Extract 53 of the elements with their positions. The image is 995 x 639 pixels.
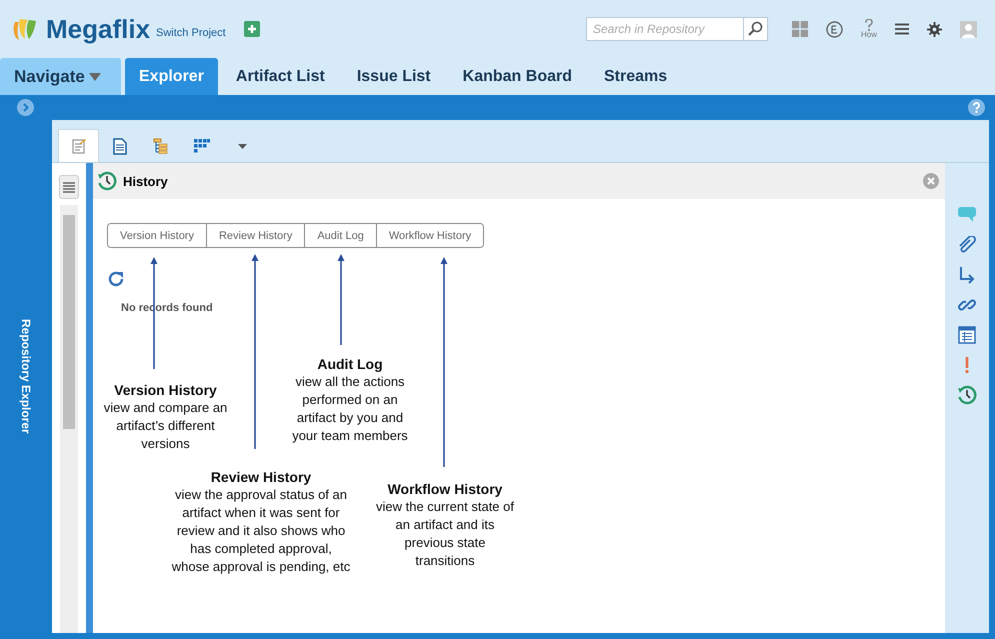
document-icon xyxy=(112,138,126,154)
repository-explorer-label[interactable]: Repository Explorer xyxy=(19,319,33,434)
navigate-menu[interactable]: Navigate xyxy=(0,58,121,95)
panel-title: History xyxy=(123,174,169,188)
nav-tab[interactable]: Streams xyxy=(590,58,682,95)
settings-icon[interactable] xyxy=(927,22,942,36)
paperclip-icon xyxy=(958,236,976,254)
tree-icon xyxy=(152,138,168,154)
close-icon[interactable] xyxy=(923,173,939,189)
dashboard-icon[interactable] xyxy=(792,21,808,37)
annotation-title: Workflow History xyxy=(386,480,504,498)
scrollbar[interactable] xyxy=(60,205,78,633)
search-button[interactable] xyxy=(744,17,768,41)
question-icon xyxy=(864,19,874,31)
plus-icon xyxy=(246,24,257,34)
annotation-title: Audit Log xyxy=(316,355,384,373)
annotation-title: Review History xyxy=(210,468,312,486)
grid-icon xyxy=(194,139,210,153)
annotation-text: view and compare an artifact’s different versions xyxy=(102,399,228,453)
annotation-text: view the current state of an artifact and its previous state transitions xyxy=(375,498,515,570)
turn-arrow-icon xyxy=(958,266,976,284)
nav-tab[interactable]: Artifact List xyxy=(222,58,339,95)
menu-icon[interactable] xyxy=(895,23,909,35)
list-button[interactable] xyxy=(59,175,79,199)
history-icon xyxy=(957,385,977,405)
app-name: Megaflix xyxy=(46,14,150,44)
nav-tab[interactable]: Explorer xyxy=(125,58,218,95)
table-icon xyxy=(958,326,976,344)
annotation-text: view all the actions performed on an artifact by you and your team members xyxy=(291,373,409,445)
history-tab[interactable]: Workflow History xyxy=(376,224,484,247)
history-icon xyxy=(97,171,117,191)
annotation-text: view the approval status of an artifact when it was sent for review and it also shows who has completed approval, whose approval is pending, etc xyxy=(171,486,351,576)
help-icon[interactable] xyxy=(968,99,985,116)
nav-tab[interactable]: Kanban Board xyxy=(448,58,586,95)
list-icon xyxy=(63,181,75,193)
nav-tab[interactable]: Issue List xyxy=(342,58,445,95)
details-button[interactable] xyxy=(957,325,977,345)
attachments-button[interactable] xyxy=(957,235,977,255)
speech-bubble-icon xyxy=(958,207,976,223)
caret-icon xyxy=(238,144,246,148)
refresh-icon[interactable] xyxy=(107,270,125,288)
exclamation-icon xyxy=(964,356,970,374)
annotation-title: Version History xyxy=(113,381,218,399)
how-button[interactable]: How xyxy=(860,19,877,39)
trace-button[interactable] xyxy=(957,265,977,285)
add-button[interactable] xyxy=(244,21,260,37)
search-field[interactable]: Search in Repository xyxy=(586,17,744,41)
view-tab[interactable] xyxy=(58,129,99,162)
history-button[interactable] xyxy=(957,385,977,405)
search-icon xyxy=(747,21,764,37)
caret-icon xyxy=(88,72,101,80)
switch-project-link[interactable]: Switch Project xyxy=(156,27,226,39)
notepad-icon xyxy=(70,138,86,154)
